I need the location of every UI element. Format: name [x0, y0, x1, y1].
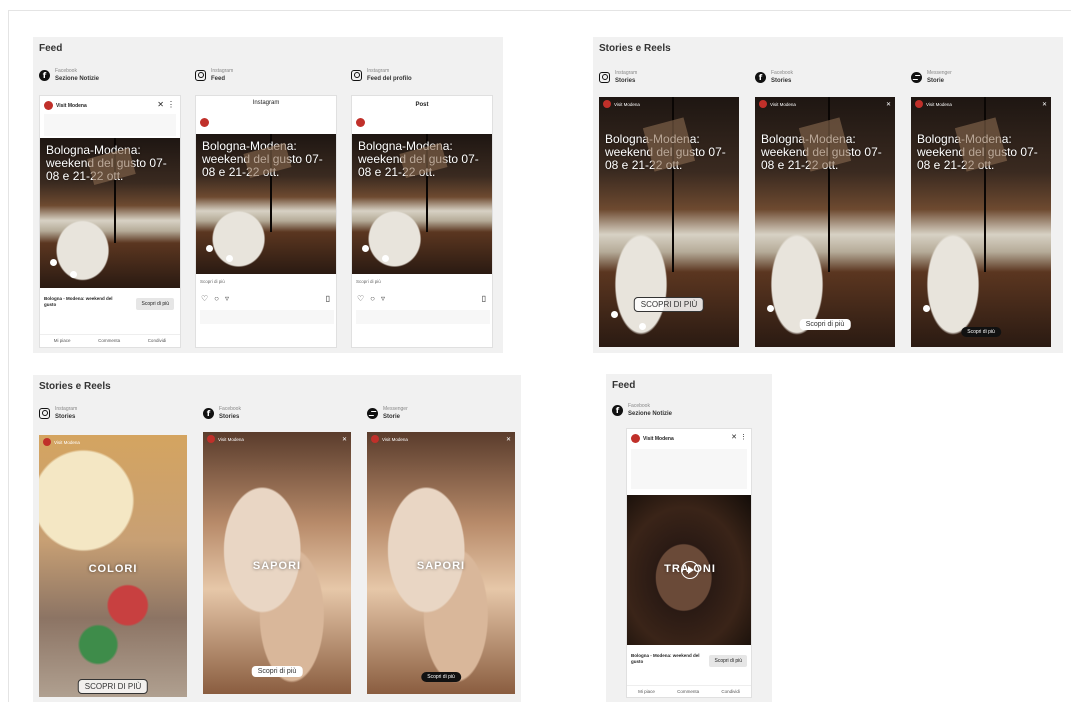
cta-button[interactable]: Scopri di più [709, 655, 747, 667]
close-icon[interactable]: ✕ [342, 436, 347, 443]
cta-button[interactable]: SCOPRI DI PIÙ [77, 679, 149, 694]
comment-button[interactable]: Commenta [98, 338, 120, 343]
instagram-feed-preview[interactable]: Instagram Bologna-Modena: weekend del gu… [195, 95, 337, 348]
placement-label: Instagram Feed [195, 65, 233, 85]
panel-title: Feed [39, 43, 63, 54]
panel-title: Stories e Reels [599, 43, 671, 54]
facebook-icon [755, 71, 766, 83]
ad-video[interactable]: TRA ONI [627, 495, 751, 645]
facebook-feed-video-preview[interactable]: Visit Modena ✕ ⋮ TRA ONI Bologna - Moden… [626, 428, 752, 698]
instagram-icon [351, 69, 362, 81]
close-icon[interactable]: ✕ [1042, 101, 1047, 108]
cta-button[interactable]: Scopri di più [421, 672, 461, 682]
ad-image: Bologna-Modena: weekend del gusto 07-08 … [40, 138, 180, 288]
cta-button[interactable]: Scopri di più [961, 327, 1001, 337]
facebook-story-sapori-preview[interactable]: Visit Modena ✕ SAPORI Scopri di più [203, 432, 351, 694]
messenger-icon [911, 71, 922, 83]
caption [356, 310, 490, 324]
instagram-icon [39, 407, 50, 419]
panel-stories-bottom: Stories e Reels Instagram Stories Visit M… [33, 375, 521, 702]
comment-button[interactable]: Commenta [677, 689, 699, 694]
facebook-icon [203, 407, 214, 419]
like-button[interactable]: Mi piace [54, 338, 71, 343]
facebook-feed-preview[interactable]: Visit Modena ✕ ⋮ Bologna-Modena: weekend… [39, 95, 181, 348]
avatar [356, 118, 365, 127]
share-button[interactable]: Condividi [148, 338, 167, 343]
share-button[interactable]: Condividi [721, 689, 740, 694]
close-icon[interactable]: ✕ [157, 100, 164, 109]
close-icon[interactable]: ✕ [506, 436, 511, 443]
heart-icon[interactable]: ♡ [201, 294, 208, 303]
bookmark-icon[interactable]: ▯ [482, 294, 486, 303]
instagram-story-preview[interactable]: Visit Modena Bologna-Modena: weekend del… [599, 97, 739, 347]
post-text [631, 449, 747, 489]
heart-icon[interactable]: ♡ [357, 294, 364, 303]
panel-stories-top: Stories e Reels Instagram Stories Visit M… [593, 37, 1063, 353]
panel-title: Stories e Reels [39, 381, 111, 392]
send-icon[interactable]: ▿ [225, 294, 229, 303]
comment-icon[interactable]: ○ [214, 294, 219, 303]
cta-button[interactable]: Scopri di più [251, 666, 303, 677]
avatar [631, 434, 640, 443]
messenger-story-sapori-preview[interactable]: Visit Modena ✕ SAPORI Scopri di più [367, 432, 515, 694]
facebook-story-preview[interactable]: Visit Modena ✕ Bologna-Modena: weekend de… [755, 97, 895, 347]
avatar [200, 118, 209, 127]
instagram-story-colori-preview[interactable]: Visit Modena COLORI SCOPRI DI PIÙ [39, 435, 187, 697]
more-icon[interactable]: ⋮ [740, 433, 747, 441]
like-button[interactable]: Mi piace [638, 689, 655, 694]
instagram-icon [195, 69, 206, 81]
instagram-icon [599, 71, 610, 83]
cta-button[interactable]: SCOPRI DI PIÙ [633, 297, 705, 312]
panel-feed-top: Feed FacebookSezione Notizie Visit Moden… [33, 37, 503, 353]
messenger-story-preview[interactable]: Visit Modena ✕ Bologna-Modena: weekend de… [911, 97, 1051, 347]
panel-feed-bottom: Feed FacebookSezione Notizie Visit Moden… [606, 374, 772, 702]
instagram-profile-feed-preview[interactable]: Post Bologna-Modena: weekend del gusto 0… [351, 95, 493, 348]
cta-button[interactable]: Scopri di più [799, 319, 851, 330]
send-icon[interactable]: ▿ [381, 294, 385, 303]
close-icon[interactable]: ✕ [886, 101, 891, 108]
caption [200, 310, 334, 324]
placement-label: FacebookSezione Notizie [39, 65, 99, 85]
more-icon[interactable]: ⋮ [167, 100, 175, 109]
ad-image: Bologna-Modena: weekend del gusto 07-08 … [196, 134, 336, 274]
play-icon[interactable] [681, 561, 699, 579]
messenger-icon [367, 407, 378, 419]
cta-button[interactable]: Scopri di più [136, 298, 174, 310]
bookmark-icon[interactable]: ▯ [326, 294, 330, 303]
panel-title: Feed [612, 380, 636, 391]
placement-label: Instagram Feed del profilo [351, 65, 412, 85]
facebook-icon [612, 404, 623, 416]
facebook-icon [39, 69, 50, 81]
ad-image: Bologna-Modena: weekend del gusto 07-08 … [352, 134, 492, 274]
comment-icon[interactable]: ○ [370, 294, 375, 303]
close-icon[interactable]: ✕ [731, 433, 737, 441]
avatar [44, 101, 53, 110]
post-text [44, 114, 176, 136]
